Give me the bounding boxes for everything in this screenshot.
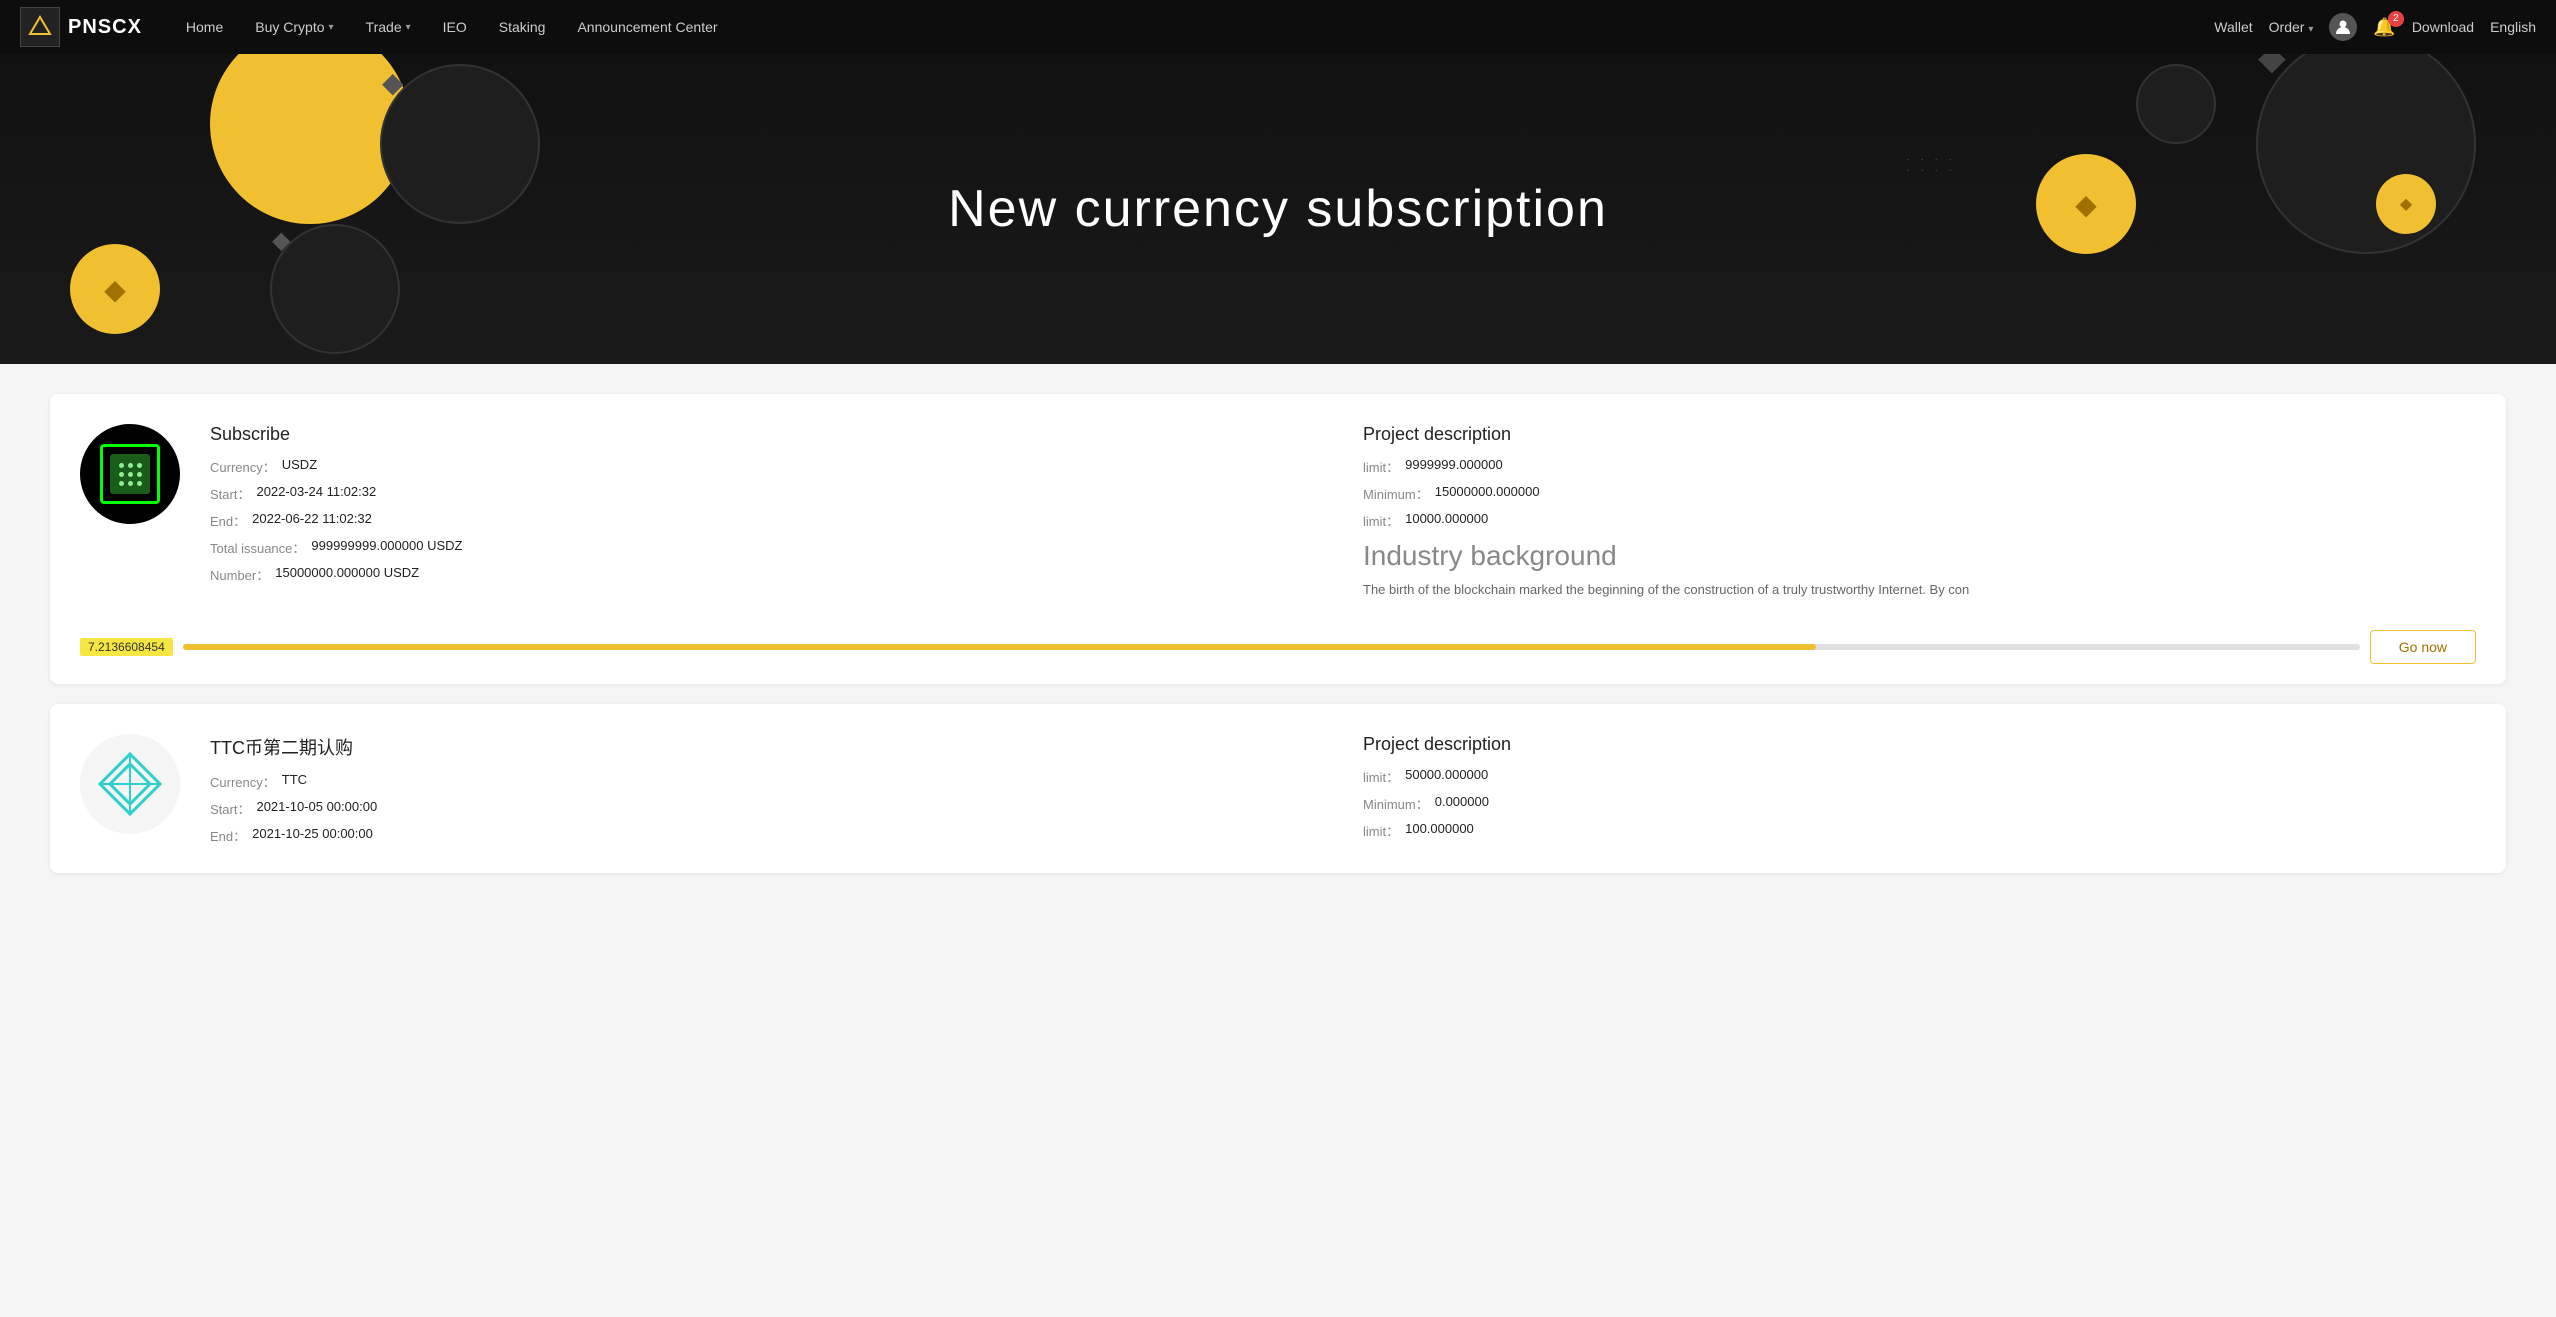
progress-value: 7.2136608454: [80, 638, 173, 656]
diamond-icon-3: ◆: [2400, 194, 2412, 214]
industry-background-title: Industry background: [1363, 540, 2476, 572]
logo-text: PNSCX: [68, 16, 142, 39]
progress-bar-fill: [183, 644, 1816, 650]
navbar-links: Home Buy Crypto ▾ Trade ▾ IEO Staking An…: [172, 11, 2214, 43]
card-left: Subscribe Currency： USDZ Start： 2022-03-…: [210, 424, 1323, 600]
hero-circle-dark-right: ◆: [2256, 54, 2476, 254]
download-link[interactable]: Download: [2412, 19, 2474, 35]
logo[interactable]: PNSCX: [20, 7, 142, 47]
hero-circle-dark-small: [2136, 64, 2216, 144]
total-issuance-row: Total issuance： 999999999.000000 USDZ: [210, 538, 1323, 557]
usdz-dots: [119, 463, 142, 486]
ttc-end-row: End： 2021-10-25 00:00:00: [210, 826, 1323, 845]
card-body-ttc: TTC币第二期认购 Currency： TTC Start： 2021-10-0…: [210, 734, 2476, 853]
hero-dots: · · · ·· · · ·: [1906, 154, 1956, 176]
card-body: Subscribe Currency： USDZ Start： 2022-03-…: [210, 424, 2476, 600]
industry-background-text: The birth of the blockchain marked the b…: [1363, 580, 2476, 600]
hero-circle-gold-bottom-left: ◆: [70, 244, 160, 334]
main-content: Subscribe Currency： USDZ Start： 2022-03-…: [0, 364, 2556, 923]
order-link[interactable]: Order ▾: [2269, 19, 2314, 35]
hero-banner: ◆ ◆ ◆ ◆ ◆ ◆ · · · ·· · · · New currency …: [0, 54, 2556, 364]
nav-trade[interactable]: Trade ▾: [352, 11, 425, 43]
card-top: Subscribe Currency： USDZ Start： 2022-03-…: [80, 424, 2476, 600]
hero-circle-gold-mid: ◆: [2036, 154, 2136, 254]
navbar-right: Wallet Order ▾ 🔔 2 Download English: [2214, 13, 2536, 41]
ttc-limit-row-2: limit： 100.000000: [1363, 821, 2476, 840]
subscribe-title: Subscribe: [210, 424, 1323, 445]
hero-title: New currency subscription: [948, 179, 1608, 239]
navbar: PNSCX Home Buy Crypto ▾ Trade ▾ IEO Stak…: [0, 0, 2556, 54]
ieo-card-ttc: TTC币第二期认购 Currency： TTC Start： 2021-10-0…: [50, 704, 2506, 873]
start-row: Start： 2022-03-24 11:02:32: [210, 484, 1323, 503]
go-now-button[interactable]: Go now: [2370, 630, 2476, 664]
chevron-down-icon: ▾: [329, 22, 334, 33]
notification-count: 2: [2388, 11, 2404, 27]
wallet-link[interactable]: Wallet: [2214, 19, 2252, 35]
card-bottom: 7.2136608454 Go now: [80, 620, 2476, 664]
project-desc-title: Project description: [1363, 424, 2476, 445]
nav-buy-crypto[interactable]: Buy Crypto ▾: [241, 11, 347, 43]
hero-circle-dark-2: ◆: [270, 224, 400, 354]
ttc-project-title: Project description: [1363, 734, 2476, 755]
diamond-icon-2: ◆: [2075, 188, 2097, 221]
nav-announcement[interactable]: Announcement Center: [563, 11, 731, 43]
diamond-icon: ◆: [104, 273, 126, 306]
chevron-down-icon: ▾: [406, 22, 411, 33]
ttc-limit-row-1: limit： 50000.000000: [1363, 767, 2476, 786]
chevron-down-icon: ▾: [2308, 24, 2313, 35]
nav-home[interactable]: Home: [172, 11, 237, 43]
hero-circle-dark-1: ◆: [380, 64, 540, 224]
user-avatar[interactable]: [2329, 13, 2357, 41]
hero-circle-gold-small: ◆: [2376, 174, 2436, 234]
logo-box: [20, 7, 60, 47]
ttc-logo: [80, 734, 180, 834]
limit-row-2: limit： 10000.000000: [1363, 511, 2476, 530]
card-right: Project description limit： 9999999.00000…: [1363, 424, 2476, 600]
ttc-minimum-row: Minimum： 0.000000: [1363, 794, 2476, 813]
ttc-start-row: Start： 2021-10-05 00:00:00: [210, 799, 1323, 818]
end-row: End： 2022-06-22 11:02:32: [210, 511, 1323, 530]
ttc-currency-row: Currency： TTC: [210, 772, 1323, 791]
ttc-icon: [95, 749, 165, 819]
language-selector[interactable]: English: [2490, 19, 2536, 35]
progress-bar: [183, 644, 2360, 650]
card-left-ttc: TTC币第二期认购 Currency： TTC Start： 2021-10-0…: [210, 734, 1323, 853]
nav-ieo[interactable]: IEO: [429, 11, 481, 43]
minimum-row: Minimum： 15000000.000000: [1363, 484, 2476, 503]
number-row: Number： 15000000.000000 USDZ: [210, 565, 1323, 584]
nav-staking[interactable]: Staking: [485, 11, 560, 43]
notification-bell[interactable]: 🔔 2: [2373, 17, 2395, 38]
card-top-ttc: TTC币第二期认购 Currency： TTC Start： 2021-10-0…: [80, 734, 2476, 853]
ieo-card-usdz: Subscribe Currency： USDZ Start： 2022-03-…: [50, 394, 2506, 684]
card-right-ttc: Project description limit： 50000.000000 …: [1363, 734, 2476, 853]
ttc-section-title: TTC币第二期认购: [210, 734, 1323, 760]
usdz-inner: [110, 454, 150, 494]
usdz-icon: [100, 444, 160, 504]
currency-row: Currency： USDZ: [210, 457, 1323, 476]
usdz-logo: [80, 424, 180, 524]
limit-row-1: limit： 9999999.000000: [1363, 457, 2476, 476]
